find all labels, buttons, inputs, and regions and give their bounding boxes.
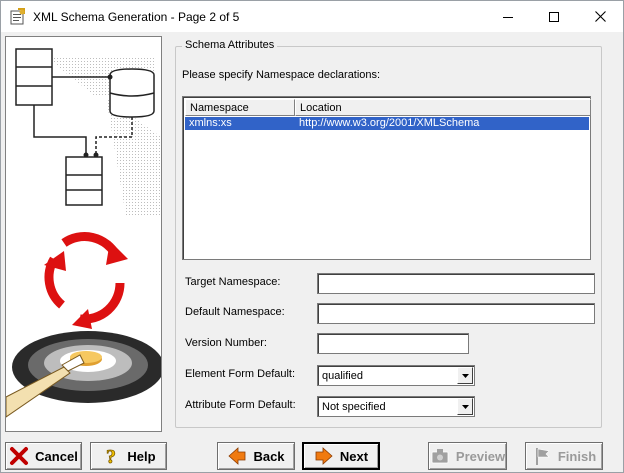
column-header-location[interactable]: Location bbox=[295, 99, 591, 116]
element-form-default-label: Element Form Default: bbox=[185, 368, 296, 380]
chevron-down-icon bbox=[461, 404, 469, 409]
minimize-icon bbox=[503, 16, 513, 18]
attribute-form-default-value: Not specified bbox=[322, 401, 386, 413]
back-button[interactable]: Back bbox=[217, 442, 295, 470]
help-button[interactable]: ? Help bbox=[90, 442, 167, 470]
preview-button[interactable]: Preview bbox=[428, 442, 507, 470]
right-arrow-icon bbox=[315, 447, 333, 465]
close-button[interactable] bbox=[577, 1, 623, 32]
minimize-button[interactable] bbox=[485, 1, 531, 32]
refresh-arrows-icon bbox=[44, 232, 128, 329]
target-namespace-label: Target Namespace: bbox=[185, 276, 281, 288]
close-icon bbox=[594, 11, 606, 22]
element-form-default-value: qualified bbox=[322, 370, 363, 382]
namespace-instruction: Please specify Namespace declarations: bbox=[182, 69, 381, 81]
svg-text:?: ? bbox=[106, 446, 116, 466]
red-x-icon bbox=[10, 447, 29, 465]
version-number-label: Version Number: bbox=[185, 337, 267, 349]
finish-label: Finish bbox=[557, 448, 597, 464]
element-form-default-select[interactable]: qualified bbox=[317, 365, 475, 386]
default-namespace-label: Default Namespace: bbox=[185, 306, 285, 318]
version-number-input[interactable] bbox=[317, 333, 469, 354]
title-bar[interactable]: XML Schema Generation - Page 2 of 5 bbox=[1, 1, 623, 32]
chevron-down-icon bbox=[461, 373, 469, 378]
finish-button[interactable]: Finish bbox=[525, 442, 603, 470]
attribute-form-default-label: Attribute Form Default: bbox=[185, 399, 296, 411]
wizard-window: XML Schema Generation - Page 2 of 5 Sche… bbox=[0, 0, 624, 473]
left-arrow-icon bbox=[228, 447, 246, 465]
column-header-namespace[interactable]: Namespace bbox=[185, 99, 295, 116]
wizard-illustration bbox=[5, 36, 162, 432]
disc-icon bbox=[6, 331, 161, 418]
location-cell: http://www.w3.org/2001/XMLSchema bbox=[299, 117, 480, 129]
element-form-default-dropdown-button[interactable] bbox=[457, 367, 473, 384]
maximize-button[interactable] bbox=[531, 1, 577, 32]
question-mark-icon: ? bbox=[106, 446, 117, 466]
window-title: XML Schema Generation - Page 2 of 5 bbox=[33, 10, 240, 24]
namespace-cell: xmlns:xs bbox=[189, 117, 232, 129]
camera-icon bbox=[431, 449, 449, 464]
help-label: Help bbox=[127, 448, 156, 464]
attribute-form-default-dropdown-button[interactable] bbox=[457, 398, 473, 415]
maximize-icon bbox=[549, 11, 559, 22]
xml-schema-app-icon bbox=[10, 8, 25, 25]
namespace-list[interactable]: Namespace Location xmlns:xs http://www.w… bbox=[182, 96, 591, 260]
target-namespace-input[interactable] bbox=[317, 273, 595, 294]
schema-illustration-icon bbox=[6, 48, 161, 418]
namespace-list-header: Namespace Location bbox=[185, 99, 591, 116]
next-button[interactable]: Next bbox=[302, 442, 380, 470]
next-label: Next bbox=[339, 448, 369, 464]
attribute-form-default-select[interactable]: Not specified bbox=[317, 396, 475, 417]
flag-icon bbox=[535, 448, 550, 465]
back-label: Back bbox=[253, 448, 285, 464]
namespace-row[interactable]: xmlns:xs http://www.w3.org/2001/XMLSchem… bbox=[185, 117, 589, 130]
group-title: Schema Attributes bbox=[182, 39, 278, 51]
default-namespace-input[interactable] bbox=[317, 303, 595, 324]
cancel-button[interactable]: Cancel bbox=[5, 442, 82, 470]
preview-label: Preview bbox=[455, 448, 506, 464]
cancel-label: Cancel bbox=[35, 448, 78, 464]
